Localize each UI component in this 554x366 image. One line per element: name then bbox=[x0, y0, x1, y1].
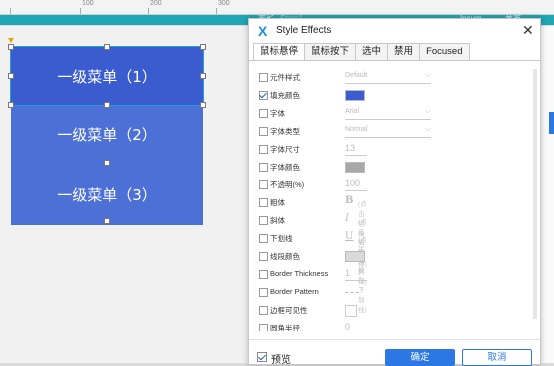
property-row: 字体尺寸 13 bbox=[257, 141, 437, 159]
property-checkbox[interactable] bbox=[259, 162, 268, 172]
close-icon[interactable]: ✕ bbox=[522, 22, 534, 39]
resize-handle[interactable] bbox=[8, 44, 14, 50]
tab-hover[interactable]: 鼠标悬停 bbox=[253, 43, 306, 61]
property-row: Border Thickness 1 bbox=[257, 266, 437, 284]
style-glyph-icon: B bbox=[345, 195, 354, 207]
property-row: 字体 Arial bbox=[257, 105, 437, 123]
color-swatch[interactable] bbox=[345, 251, 365, 262]
property-row: 字体类型 Normal bbox=[257, 123, 437, 141]
resize-handle[interactable] bbox=[104, 102, 110, 108]
style-glyph-icon: U bbox=[345, 231, 354, 243]
scrollbar[interactable] bbox=[533, 69, 537, 319]
property-row: 下划线U(点击切换为下划线) bbox=[257, 230, 437, 314]
resize-handle[interactable] bbox=[200, 102, 206, 108]
resize-handle[interactable] bbox=[8, 102, 14, 108]
cancel-button[interactable]: 取消 bbox=[462, 349, 532, 366]
property-dropdown[interactable]: Arial bbox=[345, 106, 431, 120]
property-number-input[interactable]: 13 bbox=[345, 143, 367, 156]
property-list: 元件样式Default填充颜色字体Arial字体类型Normal字体尺寸13字体… bbox=[249, 61, 540, 331]
property-row: 圆角半径 0 bbox=[257, 320, 437, 331]
menu-item-2[interactable]: 一级菜单（2） bbox=[11, 105, 203, 164]
color-swatch[interactable] bbox=[345, 89, 365, 101]
property-label: Border Thickness bbox=[270, 268, 329, 278]
property-checkbox[interactable] bbox=[259, 216, 268, 226]
style-effects-dialog: X Style Effects ✕ 鼠标悬停 鼠标按下 选中 禁用 Focuse… bbox=[248, 18, 541, 366]
property-checkbox[interactable] bbox=[259, 323, 268, 331]
property-label: 字体尺寸 bbox=[270, 144, 300, 154]
property-label: Border Pattern bbox=[270, 286, 319, 296]
resize-handle[interactable] bbox=[200, 73, 206, 79]
resize-handle[interactable] bbox=[8, 73, 14, 79]
dialog-title-bar: X Style Effects ✕ bbox=[249, 19, 540, 43]
ruler-tick: 100 bbox=[82, 0, 94, 7]
property-number-input[interactable]: 100 bbox=[345, 178, 367, 192]
property-checkbox[interactable] bbox=[259, 126, 268, 136]
resize-handle[interactable] bbox=[200, 44, 206, 50]
menu-item-3[interactable]: 一级菜单（3） bbox=[11, 164, 203, 225]
property-label: 粗体 bbox=[270, 198, 285, 208]
menu-item-3-label: 一级菜单（3） bbox=[57, 186, 157, 204]
ruler-tick: 300 bbox=[218, 0, 230, 7]
property-checkbox[interactable] bbox=[259, 234, 268, 244]
property-label: 填充颜色 bbox=[270, 90, 300, 100]
property-checkbox[interactable] bbox=[259, 90, 268, 100]
resize-handle[interactable] bbox=[104, 160, 110, 166]
property-label: 字体颜色 bbox=[270, 162, 300, 172]
property-label: 元件样式 bbox=[270, 73, 300, 82]
property-row: Border Pattern bbox=[257, 284, 437, 302]
selection-box bbox=[10, 46, 204, 106]
preview-checkbox[interactable] bbox=[257, 352, 267, 362]
tab-focused[interactable]: Focused bbox=[419, 43, 470, 60]
property-row: 不透明(%) 100 bbox=[257, 176, 437, 194]
resize-handle[interactable] bbox=[104, 44, 110, 50]
tab-disabled[interactable]: 禁用 bbox=[387, 43, 421, 60]
border-visibility-picker[interactable] bbox=[345, 304, 357, 317]
property-row: 元件样式 Default bbox=[257, 69, 437, 87]
ok-button[interactable]: 确定 bbox=[385, 349, 455, 366]
property-dropdown[interactable]: Default bbox=[345, 70, 431, 84]
property-label: 字体类型 bbox=[270, 126, 300, 136]
property-label: 字体 bbox=[270, 108, 285, 118]
property-checkbox[interactable] bbox=[259, 252, 268, 261]
property-checkbox[interactable] bbox=[259, 108, 268, 118]
app-logo-icon: X bbox=[258, 23, 268, 39]
property-label: 斜体 bbox=[270, 216, 285, 226]
property-checkbox[interactable] bbox=[259, 269, 268, 279]
property-checkbox[interactable] bbox=[259, 287, 268, 297]
property-label: 不透明(%) bbox=[270, 180, 305, 190]
inspector-accent bbox=[549, 112, 554, 134]
property-number-input[interactable]: 1 bbox=[345, 268, 367, 281]
tab-selected[interactable]: 选中 bbox=[355, 43, 389, 60]
property-checkbox[interactable] bbox=[259, 305, 268, 315]
dialog-title: Style Effects bbox=[276, 25, 332, 36]
property-label: 下划线 bbox=[270, 234, 293, 244]
style-glyph-icon: I bbox=[345, 213, 349, 225]
property-label: 边框可见性 bbox=[270, 305, 308, 315]
property-row: 字体颜色 bbox=[257, 159, 437, 177]
property-dropdown[interactable]: Normal bbox=[345, 124, 431, 138]
horizontal-ruler: 100 200 300 bbox=[0, 0, 554, 15]
property-row: 线段颜色 bbox=[257, 248, 437, 266]
preview-label: 预览 bbox=[271, 355, 291, 366]
property-checkbox[interactable] bbox=[259, 198, 268, 208]
state-tabs: 鼠标悬停 鼠标按下 选中 禁用 Focused bbox=[253, 43, 470, 61]
ruler-tick: 200 bbox=[150, 0, 162, 7]
property-row: 粗体B(点击切换为粗体) bbox=[257, 194, 437, 268]
property-row: 填充颜色 bbox=[257, 87, 437, 105]
property-number-input[interactable]: 0 bbox=[345, 322, 367, 331]
tab-mouse-down[interactable]: 鼠标按下 bbox=[304, 43, 357, 60]
dialog-footer: 预览 确定 取消 bbox=[249, 339, 540, 366]
property-checkbox[interactable] bbox=[259, 73, 268, 82]
anchor-marker-icon bbox=[8, 38, 14, 43]
property-row: 边框可见性 bbox=[257, 302, 437, 320]
resize-handle[interactable] bbox=[104, 218, 110, 224]
menu-item-2-label: 一级菜单（2） bbox=[57, 126, 157, 144]
color-swatch[interactable] bbox=[345, 161, 365, 173]
property-checkbox[interactable] bbox=[259, 144, 268, 154]
property-row: 斜体I(点击切换为斜体) bbox=[257, 212, 437, 286]
property-label: 圆角半径 bbox=[270, 323, 300, 331]
property-label: 线段颜色 bbox=[270, 252, 300, 261]
border-pattern-picker[interactable] bbox=[345, 291, 359, 293]
property-checkbox[interactable] bbox=[259, 180, 268, 190]
